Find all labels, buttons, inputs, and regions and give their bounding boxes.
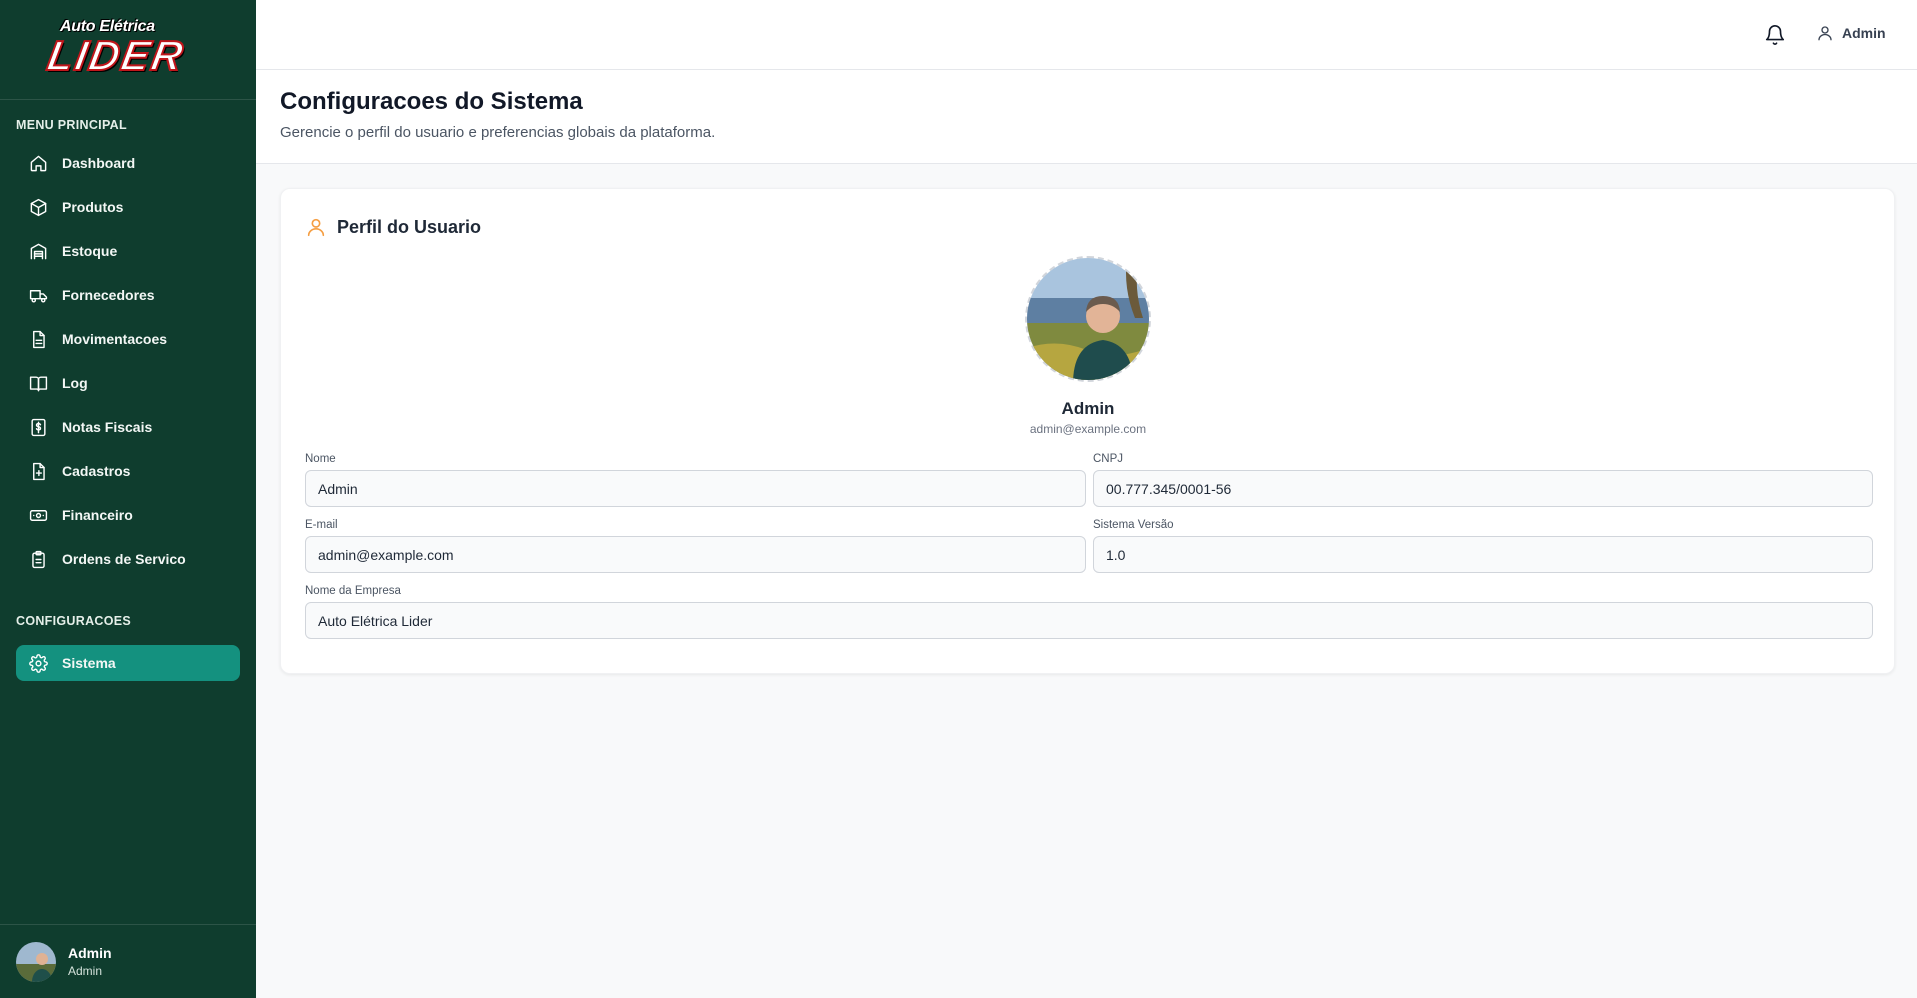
brand-logo[interactable]: Auto Elétrica LIDER: [43, 18, 208, 82]
sidebar-item-log[interactable]: Log: [16, 365, 240, 401]
field-nome-empresa: Nome da Empresa Auto Elétrica Lider: [305, 585, 1873, 639]
sidebar-user-box[interactable]: Admin Admin: [0, 924, 256, 998]
logo-area: Auto Elétrica LIDER: [0, 0, 256, 100]
warehouse-icon: [28, 241, 48, 261]
sidebar-item-label: Cadastros: [62, 463, 131, 479]
dollar-file-icon: [28, 417, 48, 437]
main-nav: Dashboard Produtos Estoque Fornecedores …: [16, 145, 240, 585]
book-icon: [28, 373, 48, 393]
sidebar-item-label: Dashboard: [62, 155, 136, 171]
avatar: [16, 941, 56, 982]
field-cnpj: CNPJ 00.777.345/0001-56: [1093, 453, 1873, 507]
sidebar-user-role: Admin: [68, 964, 103, 978]
topbar: Admin: [256, 0, 1917, 70]
gear-icon: [28, 653, 48, 673]
card-title-text: Perfil do Usuario: [337, 216, 482, 237]
sidebar-item-label: Produtos: [62, 199, 124, 215]
sidebar-item-dashboard[interactable]: Dashboard: [16, 145, 240, 181]
sidebar-item-label: Sistema: [62, 655, 116, 671]
bell-icon[interactable]: [1764, 24, 1786, 46]
nome-empresa-label: Nome da Empresa: [305, 585, 401, 597]
sidebar-item-fornecedores[interactable]: Fornecedores: [16, 277, 240, 313]
nome-input[interactable]: Admin: [305, 470, 1086, 507]
package-icon: [28, 197, 48, 217]
user-icon: [1818, 26, 1832, 41]
sidebar-item-label: Fornecedores: [62, 287, 155, 303]
sidebar-item-label: Notas Fiscais: [62, 419, 153, 435]
sidebar-item-financeiro[interactable]: Financeiro: [16, 497, 240, 533]
cnpj-label: CNPJ: [1093, 453, 1124, 465]
home-icon: [28, 153, 48, 173]
profile-name: Admin: [1061, 399, 1115, 418]
section-title-main: MENU PRINCIPAL: [16, 118, 127, 132]
field-sistema-versao: Sistema Versão 1.0: [1093, 519, 1873, 573]
sidebar-user-name: Admin: [68, 945, 112, 961]
profile-avatar[interactable]: [1025, 256, 1151, 382]
sidebar-item-sistema[interactable]: Sistema: [16, 645, 240, 681]
sidebar-item-label: Movimentacoes: [62, 331, 168, 347]
cash-icon: [28, 505, 48, 525]
logo-main-text: LIDER: [43, 31, 189, 80]
card-title: Perfil do Usuario: [305, 216, 481, 238]
file-plus-icon: [28, 461, 48, 481]
section-title-config: CONFIGURACOES: [16, 614, 132, 628]
sidebar-item-label: Ordens de Servico: [62, 551, 186, 567]
top-user-label: Admin: [1842, 25, 1886, 41]
profile-email: admin@example.com: [1029, 422, 1147, 436]
user-icon: [307, 218, 325, 237]
sidebar-item-cadastros[interactable]: Cadastros: [16, 453, 240, 489]
sidebar-item-label: Financeiro: [62, 507, 133, 523]
page-subtitle: Gerencie o perfil do usuario e preferenc…: [280, 124, 716, 141]
clipboard-icon: [28, 549, 48, 569]
sistema-versao-label: Sistema Versão: [1093, 519, 1174, 531]
sidebar-item-label: Log: [62, 375, 88, 391]
config-nav: Sistema: [16, 645, 240, 689]
nome-empresa-input[interactable]: Auto Elétrica Lider: [305, 602, 1873, 639]
page-header: Configuracoes do Sistema Gerencie o perf…: [256, 70, 1917, 164]
field-nome: Nome Admin: [305, 453, 1086, 507]
sidebar-item-label: Estoque: [62, 243, 118, 259]
sidebar: Auto Elétrica LIDER MENU PRINCIPAL Dashb…: [0, 0, 256, 998]
sidebar-item-movimentacoes[interactable]: Movimentacoes: [16, 321, 240, 357]
page-title: Configuracoes do Sistema: [280, 88, 583, 115]
sidebar-item-estoque[interactable]: Estoque: [16, 233, 240, 269]
field-email: E-mail admin@example.com: [305, 519, 1086, 573]
email-input[interactable]: admin@example.com: [305, 536, 1086, 573]
truck-icon: [28, 285, 48, 305]
sidebar-item-notas-fiscais[interactable]: Notas Fiscais: [16, 409, 240, 445]
email-label: E-mail: [305, 519, 338, 531]
cnpj-input[interactable]: 00.777.345/0001-56: [1093, 470, 1873, 507]
nome-label: Nome: [305, 453, 336, 465]
sidebar-item-produtos[interactable]: Produtos: [16, 189, 240, 225]
sistema-versao-input[interactable]: 1.0: [1093, 536, 1873, 573]
top-user-menu[interactable]: Admin: [1816, 24, 1886, 42]
profile-card: Perfil do Usuario Admin admin@example.co…: [280, 188, 1895, 674]
sidebar-item-ordens-de-servico[interactable]: Ordens de Servico: [16, 541, 240, 577]
document-icon: [28, 329, 48, 349]
